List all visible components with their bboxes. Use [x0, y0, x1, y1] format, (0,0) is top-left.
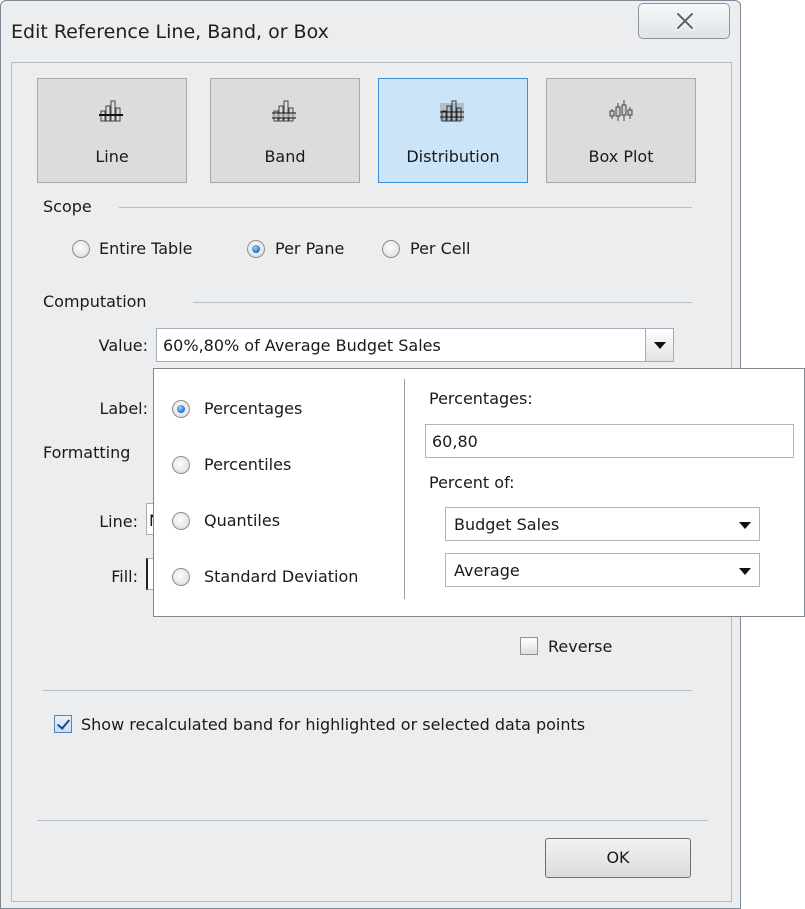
scope-per-pane-label: Per Pane [275, 239, 345, 258]
close-icon [675, 12, 695, 30]
chevron-down-icon [739, 522, 751, 529]
line-format-label: Line: [99, 512, 138, 531]
percent-of-field-value: Budget Sales [454, 515, 560, 534]
box-plot-icon [547, 99, 695, 128]
ok-button[interactable]: OK [545, 838, 691, 878]
method-quantiles-label: Quantiles [204, 511, 281, 530]
distribution-chart-icon [379, 99, 527, 128]
method-percentiles-label: Percentiles [204, 455, 292, 474]
options-divider [43, 690, 692, 691]
method-quantiles-radio[interactable] [172, 512, 190, 530]
band-chart-icon [211, 99, 359, 128]
recalc-label: Show recalculated band for highlighted o… [81, 715, 586, 734]
percent-of-aggregation-value: Average [454, 561, 520, 580]
scope-per-cell-radio[interactable] [382, 240, 400, 258]
percent-of-field-select[interactable]: Budget Sales [445, 507, 760, 541]
popup-divider [404, 379, 405, 599]
percentages-input-value: 60,80 [432, 432, 478, 451]
line-type-label: Line [95, 147, 129, 166]
method-percentages-radio[interactable] [172, 400, 190, 418]
percentages-input[interactable]: 60,80 [425, 424, 794, 458]
distribution-type-label: Distribution [406, 147, 500, 166]
scope-per-cell-label: Per Cell [410, 239, 471, 258]
percentages-label: Percentages: [429, 389, 533, 408]
method-standard-deviation-label: Standard Deviation [204, 567, 359, 586]
value-dropdown-text: 60%,80% of Average Budget Sales [163, 336, 441, 355]
method-percentiles-radio[interactable] [172, 456, 190, 474]
label-field-label: Label: [99, 399, 148, 418]
computation-heading: Computation [43, 292, 147, 311]
computation-divider [193, 302, 692, 303]
value-label: Value: [98, 336, 148, 355]
value-dropdown[interactable]: 60%,80% of Average Budget Sales [156, 328, 674, 362]
reverse-checkbox[interactable] [520, 637, 538, 655]
scope-entire-table-label: Entire Table [99, 239, 193, 258]
reverse-label: Reverse [548, 637, 613, 656]
chevron-down-icon[interactable] [645, 329, 673, 361]
recalc-checkbox[interactable] [54, 715, 72, 733]
footer-divider [37, 820, 708, 821]
band-type-button[interactable]: Band [210, 78, 360, 183]
line-type-button[interactable]: Line [37, 78, 187, 183]
fill-format-label: Fill: [111, 567, 138, 586]
dialog-title: Edit Reference Line, Band, or Box [11, 21, 329, 43]
title-bar: Edit Reference Line, Band, or Box [1, 1, 740, 61]
method-standard-deviation-radio[interactable] [172, 568, 190, 586]
close-button[interactable] [638, 3, 730, 39]
formatting-heading: Formatting [43, 443, 131, 462]
scope-entire-table-radio[interactable] [72, 240, 90, 258]
chevron-down-icon [739, 568, 751, 575]
distribution-type-button[interactable]: Distribution [378, 78, 528, 183]
scope-heading: Scope [43, 197, 92, 216]
percent-of-aggregation-select[interactable]: Average [445, 553, 760, 587]
scope-divider [119, 207, 692, 208]
box-plot-type-button[interactable]: Box Plot [546, 78, 696, 183]
band-type-label: Band [264, 147, 306, 166]
line-chart-icon [38, 99, 186, 128]
method-percentages-label: Percentages [204, 399, 303, 418]
distribution-popup: Percentages Percentiles Quantiles Standa… [153, 368, 805, 617]
percent-of-label: Percent of: [429, 473, 515, 492]
scope-per-pane-radio[interactable] [247, 240, 265, 258]
box-plot-type-label: Box Plot [588, 147, 654, 166]
